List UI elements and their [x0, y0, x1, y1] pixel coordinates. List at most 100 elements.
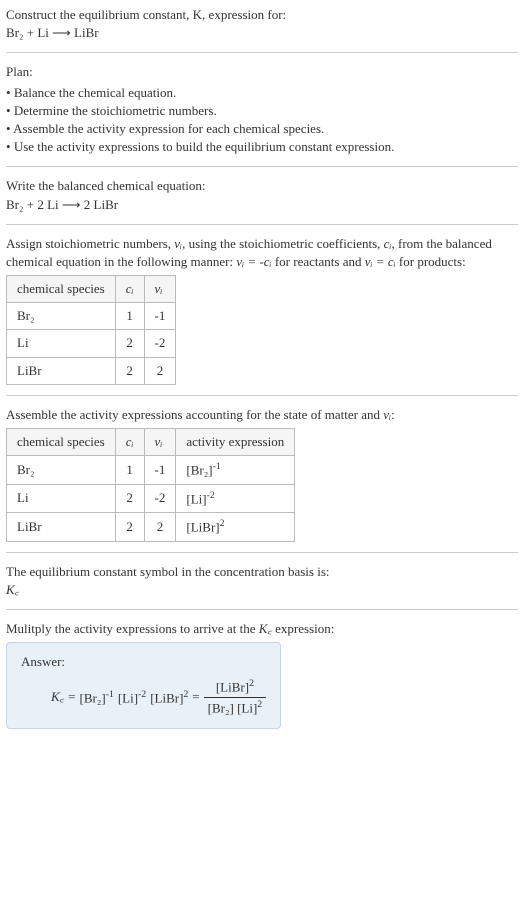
balanced: Write the balanced chemical equation: Br…	[6, 177, 518, 213]
plan-list: Balance the chemical equation. Determine…	[6, 84, 518, 157]
den2-exp: 2	[257, 699, 262, 710]
act-base: [Li]	[186, 491, 206, 506]
equals: =	[68, 688, 75, 706]
kc-symbol: K꜀	[259, 621, 272, 636]
assign-text: for products:	[396, 254, 466, 269]
cell: 2	[115, 484, 144, 513]
cell: [Br₂]-1	[176, 456, 295, 485]
kc-expression: K꜀ = [Br₂]-1 [Li]-2 [LiBr]2 = [LiBr]2 [B…	[21, 677, 266, 717]
symbol-section: The equilibrium constant symbol in the c…	[6, 563, 518, 599]
assign: Assign stoichiometric numbers, νᵢ, using…	[6, 235, 518, 385]
act-exp: -1	[213, 461, 221, 472]
multiply-text: Mulitply the activity expressions to arr…	[6, 621, 259, 636]
table-row: LiBr 2 2	[7, 357, 176, 384]
col-species: chemical species	[7, 429, 116, 456]
term1-exp: -1	[106, 689, 114, 700]
col-activity: activity expression	[176, 429, 295, 456]
intro: Construct the equilibrium constant, K, e…	[6, 6, 518, 42]
intro-line1: Construct the equilibrium constant, K, e…	[6, 6, 518, 24]
intro-equation: Br₂ + Li ⟶ LiBr	[6, 24, 518, 42]
cell: 1	[115, 303, 144, 330]
rel1: νᵢ = -cᵢ	[236, 254, 271, 269]
table-row: Li 2 -2	[7, 330, 176, 357]
table-row: Br₂ 1 -1	[7, 303, 176, 330]
rel2: νᵢ = cᵢ	[365, 254, 396, 269]
balanced-heading: Write the balanced chemical equation:	[6, 177, 518, 195]
answer-label: Answer:	[21, 653, 266, 671]
divider	[6, 552, 518, 553]
act-exp: 2	[220, 518, 225, 529]
cell: -1	[144, 303, 176, 330]
term1: [Br₂]-1	[80, 688, 114, 708]
cell: 2	[115, 330, 144, 357]
plan: Plan: Balance the chemical equation. Det…	[6, 63, 518, 156]
num-base: [LiBr]	[216, 680, 249, 695]
multiply-text: expression:	[272, 621, 334, 636]
divider	[6, 166, 518, 167]
den1-base: [Br₂]	[208, 700, 234, 715]
cell: 2	[144, 513, 176, 542]
cell: Li	[7, 330, 116, 357]
cell: LiBr	[7, 513, 116, 542]
col-nu: νᵢ	[144, 429, 176, 456]
term1-base: [Br₂]	[80, 690, 106, 705]
act-base: [LiBr]	[186, 520, 219, 535]
divider	[6, 52, 518, 53]
assign-text: for reactants and	[272, 254, 365, 269]
table-header-row: chemical species cᵢ νᵢ activity expressi…	[7, 429, 295, 456]
ci-symbol: cᵢ	[384, 236, 392, 251]
equals: =	[192, 688, 199, 706]
plan-item: Determine the stoichiometric numbers.	[6, 102, 518, 120]
den2-base: [Li]	[237, 700, 257, 715]
term3-base: [LiBr]	[150, 690, 183, 705]
col-species: chemical species	[7, 276, 116, 303]
table-header-row: chemical species cᵢ νᵢ	[7, 276, 176, 303]
cell: [LiBr]2	[176, 513, 295, 542]
assemble: Assemble the activity expressions accoun…	[6, 406, 518, 542]
cell: Br₂	[7, 303, 116, 330]
assign-text: , using the stoichiometric coefficients,	[182, 236, 384, 251]
cell: -2	[144, 330, 176, 357]
multiply-section: Mulitply the activity expressions to arr…	[6, 620, 518, 728]
stoich-table: chemical species cᵢ νᵢ Br₂ 1 -1 Li 2 -2 …	[6, 275, 176, 385]
assign-text: Assign stoichiometric numbers,	[6, 236, 174, 251]
plan-item: Use the activity expressions to build th…	[6, 138, 518, 156]
cell: -1	[144, 456, 176, 485]
assemble-text: :	[391, 407, 395, 422]
plan-item: Assemble the activity expression for eac…	[6, 120, 518, 138]
balanced-equation: Br₂ + 2 Li ⟶ 2 LiBr	[6, 196, 518, 214]
plan-heading: Plan:	[6, 63, 518, 81]
table-row: Br₂ 1 -1 [Br₂]-1	[7, 456, 295, 485]
cell: 2	[115, 357, 144, 384]
col-nu: νᵢ	[144, 276, 176, 303]
plan-item: Balance the chemical equation.	[6, 84, 518, 102]
term3: [LiBr]2	[150, 688, 188, 708]
cell: Li	[7, 484, 116, 513]
term2: [Li]-2	[118, 688, 146, 708]
act-base: [Br₂]	[186, 463, 212, 478]
divider	[6, 395, 518, 396]
divider	[6, 609, 518, 610]
nu-symbol: νᵢ	[174, 236, 182, 251]
term2-exp: -2	[138, 689, 146, 700]
cell: LiBr	[7, 357, 116, 384]
symbol-text: The equilibrium constant symbol in the c…	[6, 563, 518, 581]
term2-base: [Li]	[118, 690, 138, 705]
nu-symbol: νᵢ	[383, 407, 391, 422]
term3-exp: 2	[183, 689, 188, 700]
assemble-text: Assemble the activity expressions accoun…	[6, 407, 383, 422]
numerator: [LiBr]2	[204, 677, 267, 698]
answer-box: Answer: K꜀ = [Br₂]-1 [Li]-2 [LiBr]2 = [L…	[6, 642, 281, 728]
table-row: Li 2 -2 [Li]-2	[7, 484, 295, 513]
cell: 1	[115, 456, 144, 485]
cell: 2	[115, 513, 144, 542]
activity-table: chemical species cᵢ νᵢ activity expressi…	[6, 428, 295, 542]
denominator: [Br₂] [Li]2	[204, 698, 267, 718]
cell: 2	[144, 357, 176, 384]
col-ci: cᵢ	[115, 276, 144, 303]
cell: [Li]-2	[176, 484, 295, 513]
divider	[6, 224, 518, 225]
kc-symbol: K꜀	[6, 581, 518, 599]
cell: Br₂	[7, 456, 116, 485]
num-exp: 2	[249, 678, 254, 689]
